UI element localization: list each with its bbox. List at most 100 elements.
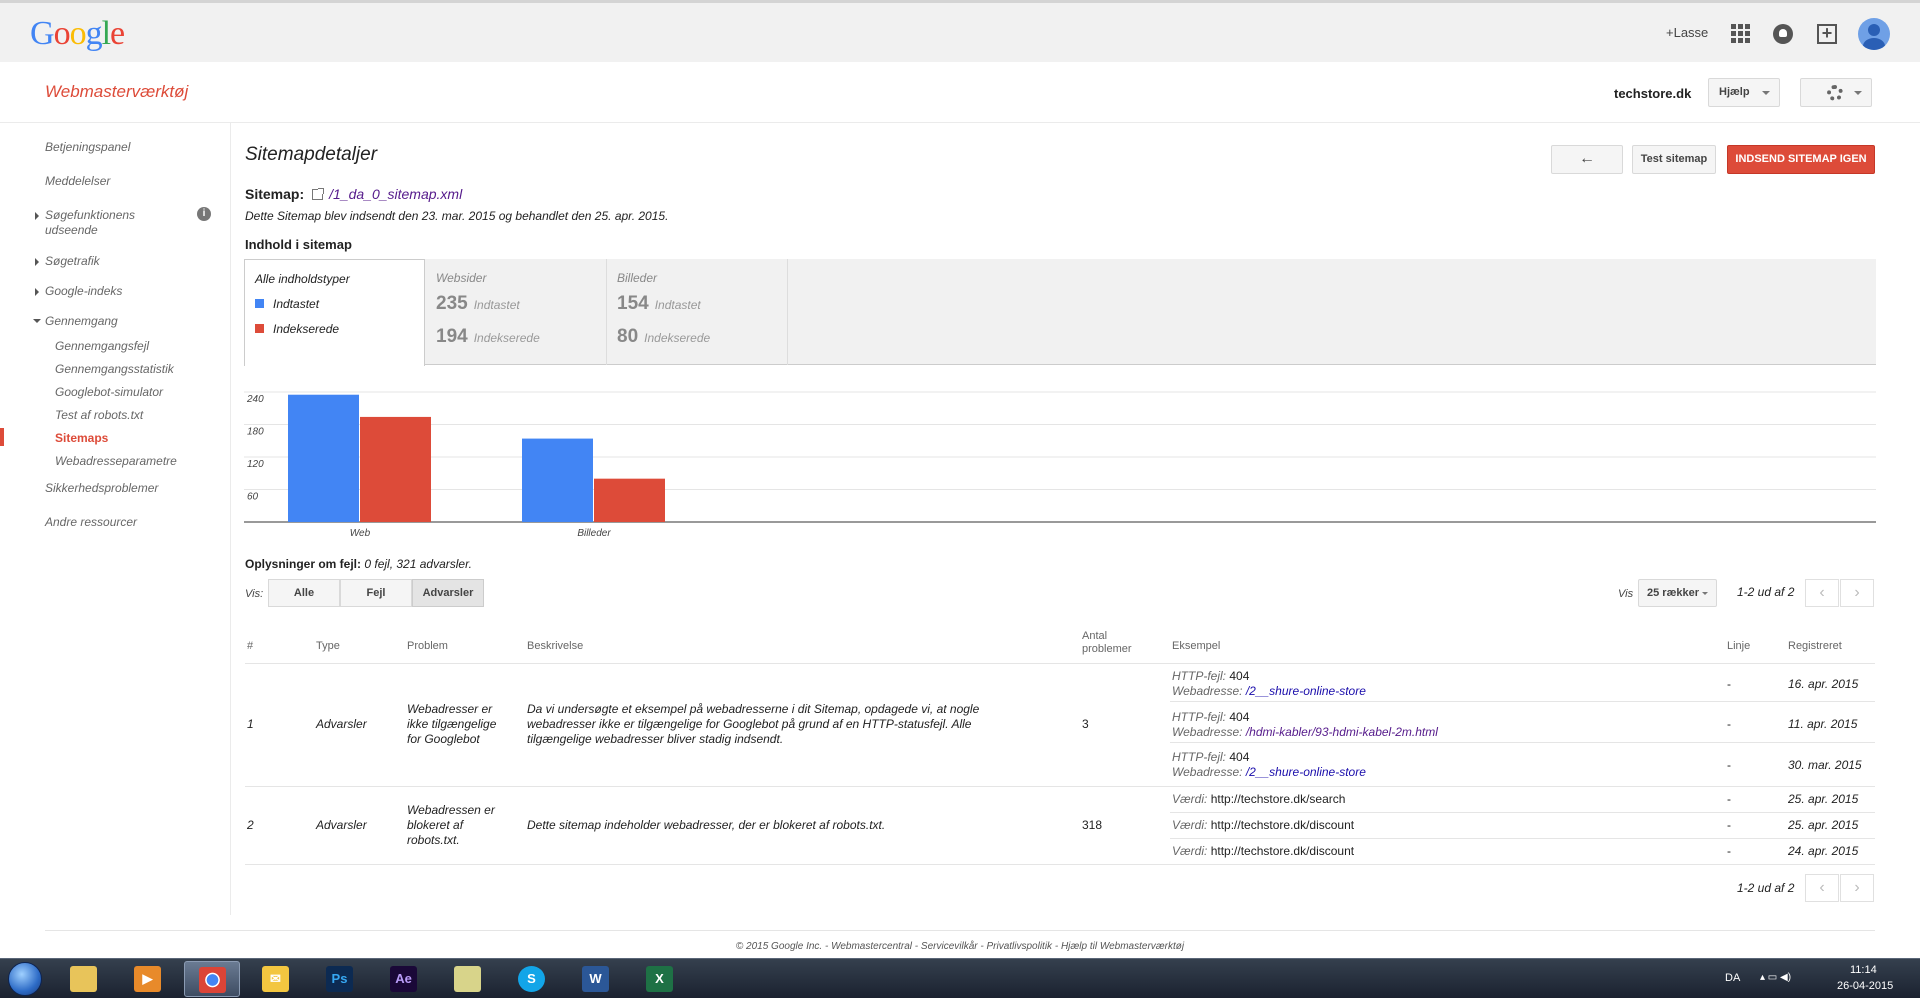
taskbar-after-effects[interactable]: Ae <box>376 961 432 997</box>
legend-swatch-red <box>255 324 264 333</box>
word-icon: W <box>582 966 609 992</box>
page: Google +Lasse + Webmasterværktøj techsto… <box>0 0 1920 998</box>
cell-num: 2 <box>247 818 254 832</box>
sub-divider <box>1170 742 1875 743</box>
cell-description: Dette sitemap indeholder webadresser, de… <box>527 818 886 832</box>
media-player-icon: ▶ <box>134 966 161 992</box>
col-header-count: Antal problemer <box>1082 630 1132 656</box>
sidebar-item-dashboard[interactable]: Betjeningspanel <box>45 140 130 154</box>
next-page-button[interactable]: › <box>1840 874 1874 902</box>
rows-label: Vis <box>1618 588 1634 600</box>
example-url-link[interactable]: /2__shure-online-store <box>1246 684 1366 698</box>
start-button[interactable] <box>8 962 42 996</box>
taskbar-skype[interactable]: S <box>504 961 560 997</box>
share-plus-icon[interactable]: + <box>1817 24 1837 44</box>
sidebar-item-robots-tester[interactable]: Test af robots.txt <box>55 408 143 422</box>
test-sitemap-button[interactable]: Test sitemap <box>1632 145 1716 174</box>
sidebar-item-fetch-as-googlebot[interactable]: Googlebot-simulator <box>55 385 163 399</box>
filter-warnings-button[interactable]: Advarsler <box>412 579 484 607</box>
sidebar-item-google-index[interactable]: Google-indeks <box>35 284 123 298</box>
sidebar-item-url-parameters[interactable]: Webadresseparametre <box>55 454 177 468</box>
sidebar-item-security[interactable]: Sikkerhedsproblemer <box>45 481 158 495</box>
apps-grid-icon[interactable] <box>1728 21 1752 45</box>
taskbar-explorer[interactable] <box>56 961 112 997</box>
filter-errors-button[interactable]: Fejl <box>340 579 412 607</box>
cell-registered: 11. apr. 2015 <box>1788 717 1858 731</box>
legend-submitted: Indtastet <box>255 297 319 311</box>
back-button[interactable]: ← <box>1551 145 1623 174</box>
sidebar-item-search-appearance[interactable]: Søgefunktionens udseende <box>35 208 165 238</box>
bar-web-submitted <box>288 394 359 522</box>
tab-all-content-types[interactable]: Alle indholdstyper Indtastet Indekserede <box>244 259 425 366</box>
taskbar-excel[interactable]: X <box>632 961 688 997</box>
sidebar-item-label: Google-indeks <box>45 284 123 298</box>
next-page-button[interactable]: › <box>1840 579 1874 607</box>
filter-all-button[interactable]: Alle <box>268 579 340 607</box>
sidebar-item-crawl[interactable]: Gennemgang <box>33 314 118 328</box>
cell-registered: 25. apr. 2015 <box>1788 792 1859 806</box>
example-url-link[interactable]: /2__shure-online-store <box>1246 765 1366 779</box>
sidebar-item-label: Søgetrafik <box>45 254 100 268</box>
info-icon[interactable]: i <box>197 207 211 221</box>
cell-registered: 16. apr. 2015 <box>1788 677 1859 691</box>
cell-type: Advarsler <box>316 818 367 832</box>
content-heading: Indhold i sitemap <box>245 237 352 252</box>
footer-links[interactable]: © 2015 Google Inc. - Webmastercentral - … <box>0 941 1920 952</box>
col-header-type: Type <box>316 640 340 652</box>
sidebar-item-crawl-errors[interactable]: Gennemgangsfejl <box>55 339 149 353</box>
taskbar-media-player[interactable]: ▶ <box>120 961 176 997</box>
tab-images[interactable]: Billeder 154 Indtastet 80 Indekserede <box>607 259 788 365</box>
stat-value: 235 <box>436 293 468 314</box>
avatar[interactable] <box>1858 18 1890 50</box>
help-button[interactable]: Hjælp <box>1708 78 1780 107</box>
col-header-count-line1: Antal <box>1082 630 1108 642</box>
notifications-icon[interactable] <box>1773 24 1793 44</box>
pager-text-bottom: 1-2 ud af 2 <box>1737 881 1795 895</box>
clock-date[interactable]: 26-04-2015 <box>1837 980 1893 992</box>
sidebar-item-crawl-stats[interactable]: Gennemgangsstatistik <box>55 362 174 376</box>
bar-billeder-submitted <box>522 438 593 522</box>
example-url-link[interactable]: /hdmi-kabler/93-hdmi-kabel-2m.html <box>1246 725 1438 739</box>
sidebar-item-messages[interactable]: Meddelelser <box>45 174 110 188</box>
sidebar-item-sitemaps[interactable]: Sitemaps <box>55 431 108 445</box>
header-divider <box>0 122 1920 123</box>
sitemap-bar-chart: 240 180 120 60 Web Billeder <box>244 391 1876 538</box>
taskbar-chrome[interactable] <box>184 961 240 997</box>
site-name: techstore.dk <box>1614 86 1692 101</box>
clock-time[interactable]: 11:14 <box>1850 964 1877 976</box>
sitemap-description: Dette Sitemap blev indsendt den 23. mar.… <box>245 209 669 223</box>
stat-value: 194 <box>436 326 468 347</box>
bar-web-indexed <box>360 416 431 522</box>
settings-button[interactable] <box>1800 78 1872 107</box>
tab-label: Billeder <box>617 271 658 285</box>
language-indicator[interactable]: DA <box>1725 972 1740 984</box>
prev-page-button[interactable]: ‹ <box>1805 874 1839 902</box>
taskbar-word[interactable]: W <box>568 961 624 997</box>
taskbar-folder[interactable] <box>440 961 496 997</box>
sidebar-item-label: Gennemgang <box>45 314 118 328</box>
example-key: Værdi: <box>1172 818 1208 832</box>
example-key: Værdi: <box>1172 844 1208 858</box>
google-logo[interactable]: Google <box>30 15 125 53</box>
example-key: HTTP-fejl: <box>1172 750 1226 764</box>
content-type-tabs: Alle indholdstyper Indtastet Indekserede… <box>244 259 1876 366</box>
legend-indexed: Indekserede <box>255 322 339 336</box>
taskbar-photoshop[interactable]: Ps <box>312 961 368 997</box>
sitemap-url-link[interactable]: /1_da_0_sitemap.xml <box>329 186 462 202</box>
user-name-link[interactable]: +Lasse <box>1666 25 1708 40</box>
gear-icon <box>1827 85 1843 101</box>
example-entry: HTTP-fejl: 404 Webadresse: /2__shure-onli… <box>1172 750 1366 780</box>
product-title[interactable]: Webmasterværktøj <box>45 82 188 102</box>
tab-web-pages[interactable]: Websider 235 Indtastet 194 Indekserede <box>426 259 607 365</box>
external-link-icon[interactable] <box>312 188 325 200</box>
sidebar-item-other-resources[interactable]: Andre ressourcer <box>45 515 137 529</box>
example-key: HTTP-fejl: <box>1172 669 1226 683</box>
resubmit-sitemap-button[interactable]: INDSEND SITEMAP IGEN <box>1727 145 1875 174</box>
x-category-label: Web <box>350 528 371 538</box>
rows-per-page-select[interactable]: 25 rækker <box>1638 579 1717 607</box>
taskbar-outlook[interactable]: ✉ <box>248 961 304 997</box>
tray-icons[interactable]: ▴ ▭ ◀) <box>1760 972 1791 983</box>
prev-page-button[interactable]: ‹ <box>1805 579 1839 607</box>
sidebar-item-search-traffic[interactable]: Søgetrafik <box>35 254 100 268</box>
sidebar-item-label: Søgefunktionens udseende <box>45 208 136 237</box>
